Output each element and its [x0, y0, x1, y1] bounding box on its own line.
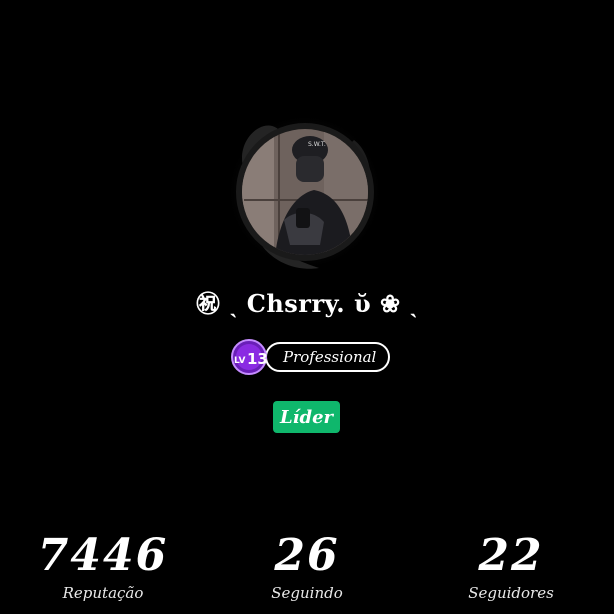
- level-number: 13: [247, 350, 268, 368]
- username: ㊗ ˎ Chsrry. ῠ ❀ ˎ: [196, 289, 418, 318]
- stat-reputation-label: Reputação: [62, 584, 144, 602]
- stat-followers-value: 22: [478, 530, 544, 581]
- stat-followers-label: Seguidores: [468, 584, 554, 602]
- role-badge: Líder: [273, 401, 340, 433]
- stat-reputation[interactable]: 7446 Reputação: [28, 530, 178, 602]
- stat-followers[interactable]: 22 Seguidores: [436, 530, 586, 602]
- profile-avatar[interactable]: S.W.T.: [224, 110, 386, 278]
- svg-text:S.W.T.: S.W.T.: [308, 141, 326, 148]
- stat-following-value: 26: [274, 530, 340, 581]
- avatar-image: S.W.T.: [227, 114, 383, 270]
- level-badge-icon: LV 13: [229, 338, 273, 376]
- stat-following-label: Seguindo: [271, 584, 343, 602]
- level-title: Professional: [265, 342, 391, 372]
- stat-following[interactable]: 26 Seguindo: [232, 530, 382, 602]
- stat-reputation-value: 7446: [37, 530, 169, 581]
- level-prefix: LV: [234, 356, 245, 366]
- level-row[interactable]: LV 13 Professional: [229, 338, 391, 376]
